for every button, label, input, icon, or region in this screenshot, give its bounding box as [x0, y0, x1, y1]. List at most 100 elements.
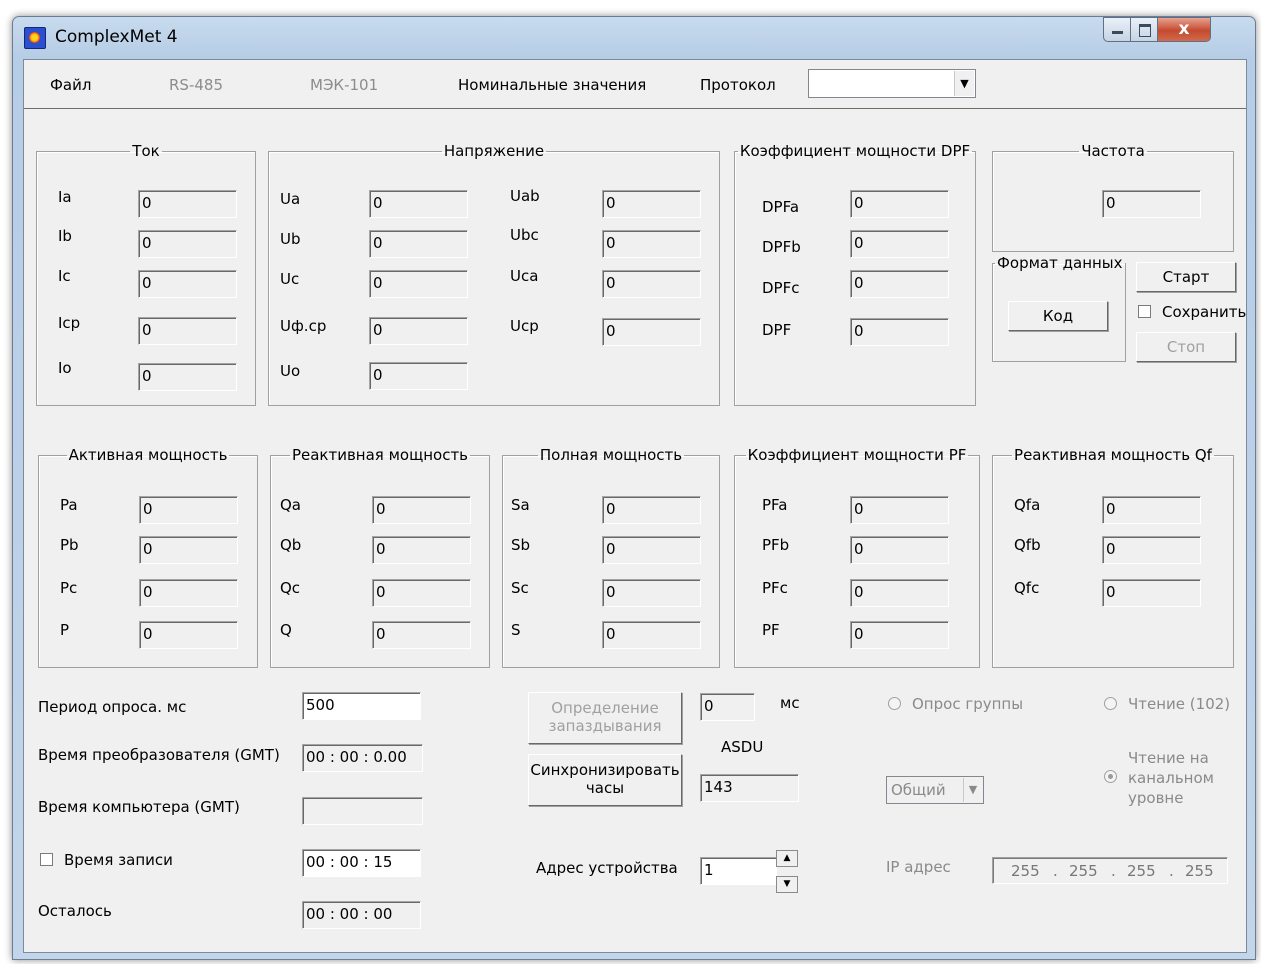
close-button[interactable]: x: [1157, 17, 1211, 42]
stop-button[interactable]: Стоп: [1136, 332, 1236, 362]
full-power-2-field[interactable]: 0: [602, 579, 701, 607]
dpf-1-field[interactable]: 0: [850, 230, 949, 258]
delay-field[interactable]: 0: [700, 693, 755, 721]
start-button[interactable]: Старт: [1136, 262, 1236, 292]
dpf-2-label: DPFc: [762, 279, 800, 297]
record-time-label[interactable]: Время записи: [64, 851, 173, 869]
record-time-input[interactable]: 00 : 00 : 15: [302, 849, 421, 877]
app-logo-icon: [24, 27, 46, 49]
qf-0-field[interactable]: 0: [1102, 496, 1201, 524]
general-select-value: Общий: [891, 781, 946, 799]
voltage-phase-4-field[interactable]: 0: [369, 362, 468, 390]
save-label[interactable]: Сохранить: [1162, 303, 1246, 321]
qf-1-field[interactable]: 0: [1102, 536, 1201, 564]
dpf-3-field[interactable]: 0: [850, 318, 949, 346]
voltage-line-1-field[interactable]: 0: [602, 230, 701, 258]
current-3-field[interactable]: 0: [138, 317, 237, 345]
dpf-2-field[interactable]: 0: [850, 270, 949, 298]
device-address-input[interactable]: 1: [700, 857, 777, 885]
remaining-label: Осталось: [38, 902, 112, 920]
voltage-line-0-field[interactable]: 0: [602, 190, 701, 218]
reactive-power-0-field[interactable]: 0: [372, 496, 471, 524]
voltage-phase-1-field[interactable]: 0: [369, 230, 468, 258]
ip-octet-2: 255: [1069, 862, 1098, 880]
group-poll-label[interactable]: Опрос группы: [912, 695, 1023, 713]
current-4-label: Io: [58, 359, 72, 377]
address-up-arrow-icon[interactable]: ▲: [776, 850, 798, 867]
client-area: Файл RS-485 МЭК-101 Номинальные значения…: [23, 59, 1247, 953]
delay-detect-button[interactable]: Определение запаздывания: [528, 692, 682, 744]
current-0-field[interactable]: 0: [138, 190, 237, 218]
voltage-phase-0-field[interactable]: 0: [369, 190, 468, 218]
group-poll-radio[interactable]: [888, 697, 901, 710]
active-power-2-field[interactable]: 0: [139, 579, 238, 607]
active-power-2-label: Pc: [60, 579, 78, 597]
voltage-phase-2-label: Uc: [280, 270, 300, 288]
active-power-1-label: Pb: [60, 536, 79, 554]
remaining-field[interactable]: 00 : 00 : 00: [302, 901, 421, 929]
qf-title: Реактивная мощность Qf: [1014, 446, 1212, 464]
channel-read-label[interactable]: Чтение на канальном уровне: [1128, 748, 1238, 808]
voltage-line-3-field[interactable]: 0: [602, 318, 701, 346]
menu-bar: Файл RS-485 МЭК-101 Номинальные значения…: [24, 60, 1246, 109]
active-power-1-field[interactable]: 0: [139, 536, 238, 564]
full-power-1-field[interactable]: 0: [602, 536, 701, 564]
ip-address-field[interactable]: 255 . 255 . 255 . 255: [992, 857, 1228, 884]
ip-dot: .: [1053, 862, 1058, 880]
chevron-down-icon[interactable]: ▼: [963, 778, 982, 802]
converter-time-field[interactable]: 00 : 00 : 0.00: [302, 744, 423, 772]
maximize-button[interactable]: [1130, 17, 1158, 42]
qf-0-label: Qfa: [1014, 496, 1041, 514]
current-0-label: Ia: [58, 188, 72, 206]
menu-mek101[interactable]: МЭК-101: [310, 76, 378, 94]
pf-0-field[interactable]: 0: [850, 496, 949, 524]
current-2-field[interactable]: 0: [138, 270, 237, 298]
current-4-field[interactable]: 0: [138, 363, 237, 391]
title-bar[interactable]: ComplexMet 4 x: [13, 17, 1255, 59]
reactive-power-1-field[interactable]: 0: [372, 536, 471, 564]
menu-nominal-values[interactable]: Номинальные значения: [458, 76, 646, 94]
menu-file[interactable]: Файл: [50, 76, 91, 94]
general-select[interactable]: Общий ▼: [886, 776, 984, 804]
reactive-power-2-field[interactable]: 0: [372, 579, 471, 607]
channel-read-radio[interactable]: [1104, 770, 1117, 783]
qf-2-label: Qfc: [1014, 579, 1040, 597]
window-title: ComplexMet 4: [55, 27, 178, 47]
voltage-phase-2-field[interactable]: 0: [369, 270, 468, 298]
pf-2-field[interactable]: 0: [850, 579, 949, 607]
poll-period-input[interactable]: 500: [302, 692, 421, 720]
voltage-phase-3-field[interactable]: 0: [369, 317, 468, 345]
voltage-phase-1-label: Ub: [280, 230, 301, 248]
code-button[interactable]: Код: [1008, 301, 1108, 331]
current-1-field[interactable]: 0: [138, 230, 237, 258]
pf-2-label: PFc: [762, 579, 788, 597]
read-102-label[interactable]: Чтение (102): [1128, 695, 1230, 713]
record-time-checkbox[interactable]: [40, 853, 53, 866]
chevron-down-icon[interactable]: ▼: [954, 71, 974, 96]
menu-rs485[interactable]: RS-485: [169, 76, 223, 94]
read-102-radio[interactable]: [1104, 697, 1117, 710]
full-power-0-field[interactable]: 0: [602, 496, 701, 524]
voltage-line-2-label: Uca: [510, 267, 539, 285]
qf-2-field[interactable]: 0: [1102, 579, 1201, 607]
active-power-0-field[interactable]: 0: [139, 496, 238, 524]
active-power-3-field[interactable]: 0: [139, 621, 238, 649]
address-down-arrow-icon[interactable]: ▼: [776, 876, 798, 893]
pf-1-field[interactable]: 0: [850, 536, 949, 564]
full-power-3-field[interactable]: 0: [602, 621, 701, 649]
frequency-field[interactable]: 0: [1102, 190, 1201, 218]
minimize-button[interactable]: [1103, 17, 1131, 42]
dpf-0-field[interactable]: 0: [850, 190, 949, 218]
asdu-field[interactable]: 143: [700, 774, 799, 802]
protocol-select[interactable]: ▼: [808, 69, 976, 98]
save-checkbox[interactable]: [1138, 305, 1151, 318]
computer-time-field[interactable]: [302, 797, 423, 825]
pf-3-field[interactable]: 0: [850, 621, 949, 649]
reactive-power-title: Реактивная мощность: [291, 446, 469, 464]
current-title: Ток: [132, 142, 160, 160]
full-power-title: Полная мощность: [539, 446, 683, 464]
voltage-line-3-label: Ucp: [510, 317, 539, 335]
reactive-power-3-field[interactable]: 0: [372, 621, 471, 649]
sync-clock-button[interactable]: Синхронизировать часы: [528, 754, 682, 806]
voltage-line-2-field[interactable]: 0: [602, 270, 701, 298]
